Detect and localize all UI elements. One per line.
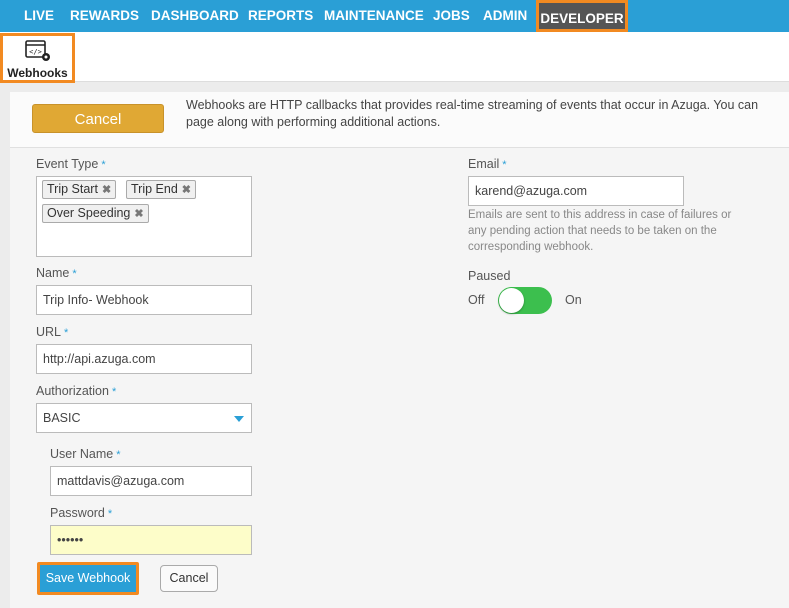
webhooks-tab-label: Webhooks xyxy=(7,66,68,80)
required-marker: * xyxy=(72,268,77,280)
authorization-label: Authorization * xyxy=(36,384,117,398)
paused-label: Paused xyxy=(468,269,511,283)
user-name-label: User Name * xyxy=(50,447,121,461)
required-marker: * xyxy=(116,449,121,461)
required-marker: * xyxy=(101,159,106,171)
required-marker: * xyxy=(502,159,507,171)
code-window-gear-icon: </> xyxy=(24,40,50,61)
url-label: URL * xyxy=(36,325,69,339)
webhooks-tab[interactable]: </> Webhooks xyxy=(0,33,75,83)
toggle-on-label: On xyxy=(565,293,582,307)
user-name-input[interactable]: mattdavis@azuga.com xyxy=(50,466,252,496)
cancel-button[interactable]: Cancel xyxy=(160,565,218,592)
password-input[interactable]: •••••• xyxy=(50,525,252,555)
tag-over-speeding: Over Speeding ✖ xyxy=(42,204,149,223)
description-line-2: page along with performing additional ac… xyxy=(186,115,441,129)
dropdown-arrow-icon xyxy=(234,416,244,422)
sub-toolbar: </> Webhooks xyxy=(0,32,789,83)
toggle-knob xyxy=(499,288,524,313)
nav-rewards[interactable]: REWARDS xyxy=(70,0,139,32)
authorization-selected-value: BASIC xyxy=(43,411,81,425)
top-nav-bar: LIVE REWARDS DASHBOARD REPORTS MAINTENAN… xyxy=(0,0,789,32)
nav-jobs[interactable]: JOBS xyxy=(433,0,470,32)
webhooks-description: Webhooks are HTTP callbacks that provide… xyxy=(186,97,789,131)
paused-toggle[interactable] xyxy=(498,287,552,314)
event-type-multiselect[interactable]: Trip Start ✖ Trip End ✖ Over Speeding ✖ xyxy=(36,176,252,257)
toggle-off-label: Off xyxy=(468,293,485,307)
authorization-select[interactable]: BASIC xyxy=(36,403,252,433)
cancel-top-button[interactable]: Cancel xyxy=(32,104,164,133)
email-input[interactable]: karend@azuga.com xyxy=(468,176,684,206)
description-line-1: Webhooks are HTTP callbacks that provide… xyxy=(186,98,759,112)
required-marker: * xyxy=(111,386,117,398)
save-webhook-button[interactable]: Save Webhook xyxy=(37,562,139,595)
name-input[interactable]: Trip Info- Webhook xyxy=(36,285,252,315)
svg-text:</>: </> xyxy=(29,48,42,56)
url-input[interactable]: http://api.azuga.com xyxy=(36,344,252,374)
name-label: Name * xyxy=(36,266,77,280)
remove-tag-icon[interactable]: ✖ xyxy=(134,208,143,220)
nav-reports[interactable]: REPORTS xyxy=(248,0,313,32)
required-marker: * xyxy=(64,327,69,339)
nav-dashboard[interactable]: DASHBOARD xyxy=(151,0,239,32)
event-type-label: Event Type * xyxy=(36,157,106,171)
nav-live[interactable]: LIVE xyxy=(24,0,54,32)
nav-admin[interactable]: ADMIN xyxy=(483,0,527,32)
tag-trip-end: Trip End ✖ xyxy=(126,180,196,199)
remove-tag-icon[interactable]: ✖ xyxy=(102,184,111,196)
email-label: Email * xyxy=(468,157,507,171)
required-marker: * xyxy=(107,508,113,520)
nav-maintenance[interactable]: MAINTENANCE xyxy=(324,0,424,32)
remove-tag-icon[interactable]: ✖ xyxy=(182,184,191,196)
password-label: Password * xyxy=(50,506,113,520)
email-help-text: Emails are sent to this address in case … xyxy=(468,209,732,253)
tag-trip-start: Trip Start ✖ xyxy=(42,180,117,199)
nav-developer[interactable]: DEVELOPER xyxy=(536,0,628,32)
